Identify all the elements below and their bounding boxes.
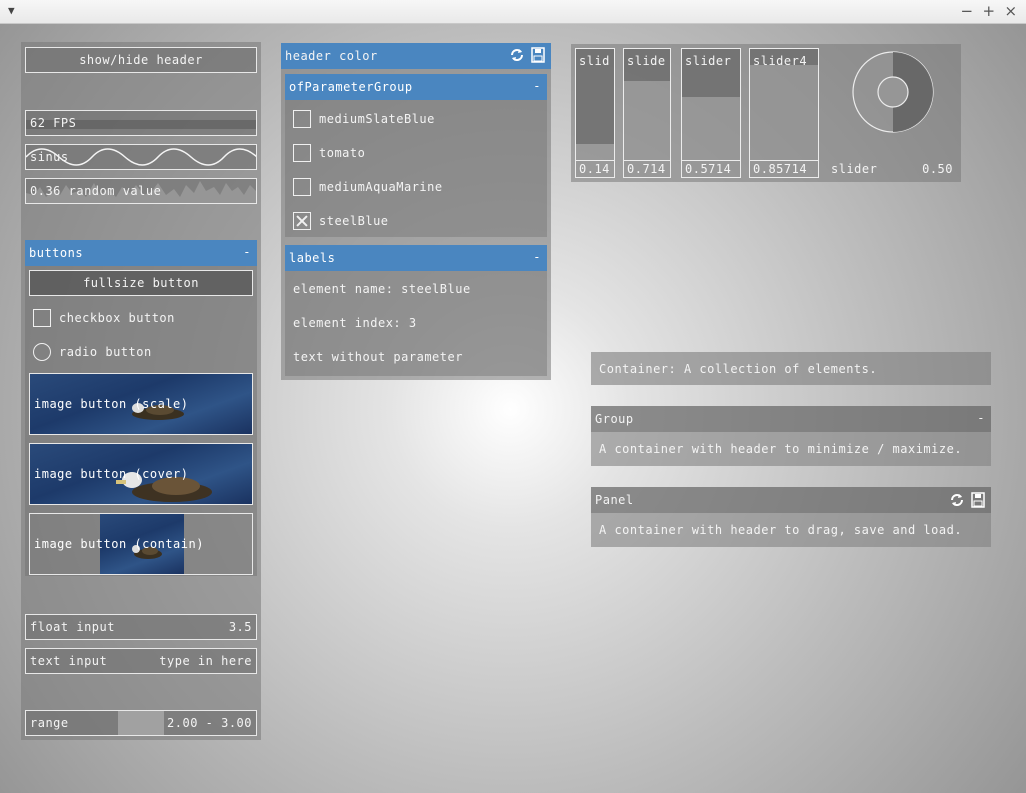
buttons-group-title: buttons (29, 246, 84, 260)
toggle-medium-aqua-marine-box[interactable] (293, 178, 311, 196)
vertical-slider-slider[interactable]: slider 0.5714 (681, 48, 741, 178)
radio-button-circle[interactable] (33, 343, 51, 361)
random-value-plotter: 0.36 random value (25, 178, 257, 204)
vertical-slider-slid[interactable]: slid 0.14 (575, 48, 615, 178)
labels-group-minimize-button[interactable]: - (533, 250, 541, 264)
maximize-window-button[interactable]: + (982, 2, 996, 20)
group-demo-title: Group (595, 412, 634, 426)
radio-button[interactable]: radio button (33, 340, 253, 364)
vertical-slider-slider4[interactable]: slider4 0.85714 (749, 48, 819, 178)
checkbox-button[interactable]: checkbox button (33, 306, 253, 330)
radio-button-label: radio button (59, 345, 152, 359)
float-input-value[interactable]: 3.5 (229, 620, 252, 634)
slider-slide-value: 0.714 (624, 160, 670, 177)
app-canvas: show/hide header 62 FPS sinus 0.36 rando… (0, 24, 1026, 793)
fps-label: 62 FPS (30, 116, 77, 130)
buttons-group-header[interactable]: buttons - (25, 240, 257, 266)
slider-slider4-name: slider4 (753, 54, 808, 68)
toggle-medium-aqua-marine[interactable]: mediumAquaMarine (293, 176, 543, 198)
range-value: 2.00 - 3.00 (167, 716, 252, 730)
toggle-medium-slate-blue[interactable]: mediumSlateBlue (293, 108, 543, 130)
toggle-steel-blue-label: steelBlue (319, 214, 389, 228)
show-hide-header-label: show/hide header (79, 53, 203, 67)
toggle-steel-blue-box[interactable] (293, 212, 311, 230)
minimize-window-button[interactable]: − (960, 2, 974, 20)
show-hide-header-button[interactable]: show/hide header (25, 47, 257, 73)
sinus-plotter: sinus (25, 144, 257, 170)
group-demo-header[interactable]: Group - (591, 406, 991, 432)
slider-slider4-value: 0.85714 (750, 160, 818, 177)
panel-demo-text: A container with header to drag, save an… (599, 523, 963, 537)
toggle-tomato-label: tomato (319, 146, 366, 160)
header-color-panel-title: header color (285, 49, 378, 63)
image-button-contain-label: image button (contain) (34, 537, 204, 551)
panel-demo-title: Panel (595, 493, 634, 507)
parameter-group-title: ofParameterGroup (289, 80, 413, 94)
container-demo: Container: A collection of elements. (591, 352, 991, 385)
group-demo-body: A container with header to minimize / ma… (591, 432, 991, 466)
rotary-slider-label: slider (831, 162, 878, 176)
image-button-scale[interactable]: image button (scale) (29, 373, 253, 435)
save-icon[interactable] (531, 47, 545, 66)
reload-icon[interactable] (509, 47, 525, 66)
header-color-panel-header[interactable]: header color (281, 43, 551, 69)
image-button-cover-label: image button (cover) (34, 467, 189, 481)
text-input-label: text input (30, 654, 108, 668)
close-window-button[interactable]: × (1004, 2, 1018, 20)
text-input-value[interactable]: type in here (159, 654, 252, 668)
window-menu-icon[interactable]: ▼ (8, 4, 15, 17)
toggle-tomato[interactable]: tomato (293, 142, 543, 164)
slider-slid-value: 0.14 (576, 160, 614, 177)
checkbox-button-label: checkbox button (59, 311, 175, 325)
toggle-medium-aqua-marine-label: mediumAquaMarine (319, 180, 443, 194)
fullsize-button-label: fullsize button (83, 276, 199, 290)
fps-plotter: 62 FPS (25, 110, 257, 136)
rotary-slider-value: 0.50 (922, 162, 953, 176)
container-demo-text: Container: A collection of elements. (599, 361, 878, 376)
slider-slider-value: 0.5714 (682, 160, 740, 177)
float-input-label: float input (30, 620, 115, 634)
element-name-label: element name: steelBlue (289, 278, 471, 300)
image-button-cover[interactable]: image button (cover) (29, 443, 253, 505)
range-fill[interactable] (118, 711, 164, 735)
group-demo-text: A container with header to minimize / ma… (599, 442, 963, 456)
toggle-medium-slate-blue-label: mediumSlateBlue (319, 112, 435, 126)
checkbox-button-box[interactable] (33, 309, 51, 327)
panel-demo-header[interactable]: Panel (591, 487, 991, 513)
fullsize-button[interactable]: fullsize button (29, 270, 253, 296)
slider-slid-name: slid (579, 54, 610, 68)
image-button-scale-label: image button (scale) (34, 397, 189, 411)
sinus-label: sinus (30, 150, 69, 164)
random-value-label: 0.36 random value (30, 184, 162, 198)
float-input[interactable]: float input 3.5 (25, 614, 257, 640)
text-without-parameter-label: text without parameter (289, 346, 463, 368)
image-button-contain[interactable]: image button (contain) (29, 513, 253, 575)
slider-slider-name: slider (685, 54, 732, 68)
toggle-tomato-box[interactable] (293, 144, 311, 162)
element-name-text: element name: steelBlue (293, 282, 471, 296)
buttons-group-minimize-button[interactable]: - (243, 245, 251, 259)
panel-demo-body: A container with header to drag, save an… (591, 513, 991, 547)
range-label: range (30, 716, 69, 730)
element-index-text: element index: 3 (293, 316, 417, 330)
toggle-steel-blue[interactable]: steelBlue (293, 210, 543, 232)
save-icon[interactable] (971, 492, 985, 511)
vertical-slider-slide[interactable]: slide 0.714 (623, 48, 671, 178)
range-slider[interactable]: range 2.00 - 3.00 (25, 710, 257, 736)
rotary-slider-dial[interactable] (851, 50, 935, 134)
window-titlebar: ▼ − + × (0, 0, 1026, 24)
text-without-parameter-text: text without parameter (293, 350, 463, 364)
toggle-medium-slate-blue-box[interactable] (293, 110, 311, 128)
element-index-label: element index: 3 (289, 312, 417, 334)
parameter-group-minimize-button[interactable]: - (533, 79, 541, 93)
rotary-slider[interactable]: slider 0.50 (827, 48, 957, 178)
labels-group-header[interactable]: labels - (285, 245, 547, 271)
reload-icon[interactable] (949, 492, 965, 511)
labels-group-title: labels (289, 251, 336, 265)
group-demo-minimize-button[interactable]: - (977, 411, 985, 425)
parameter-group-header[interactable]: ofParameterGroup - (285, 74, 547, 100)
slider-slide-name: slide (627, 54, 666, 68)
text-input[interactable]: text input type in here (25, 648, 257, 674)
